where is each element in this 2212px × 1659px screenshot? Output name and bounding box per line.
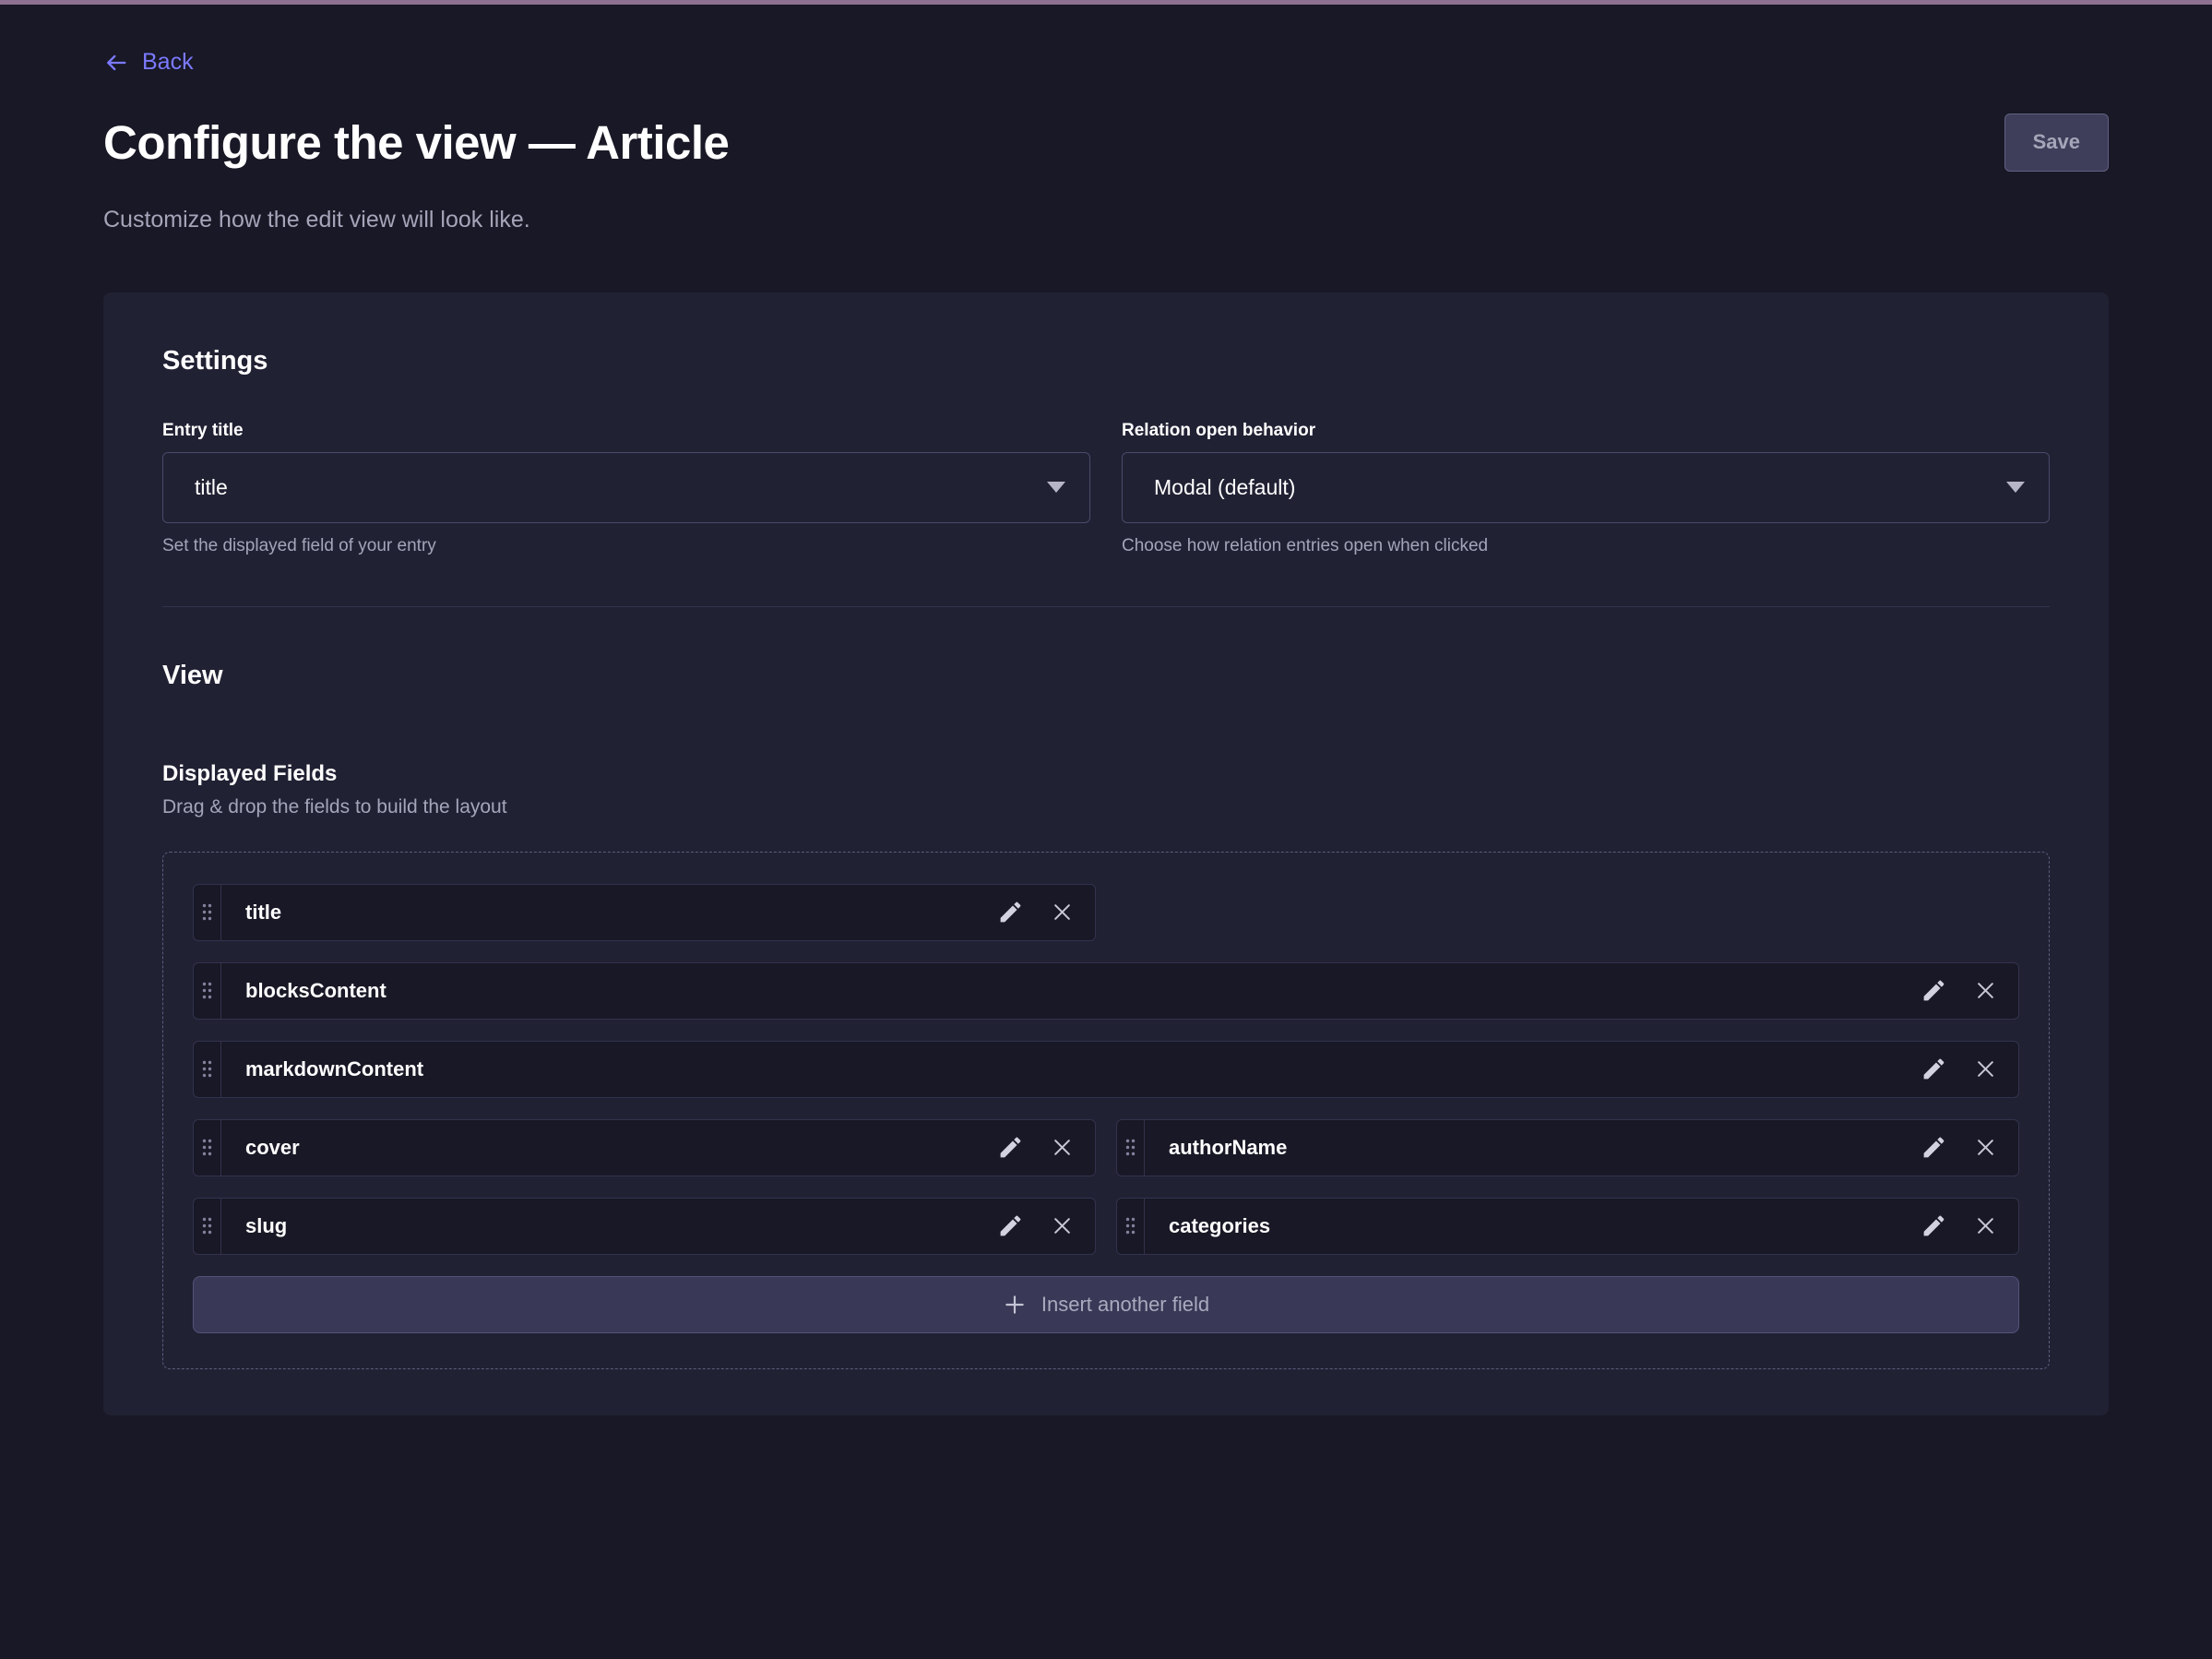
pencil-icon <box>1921 1056 1947 1082</box>
drag-grip-icon <box>201 981 213 1000</box>
header-row: Configure the view — Article Save <box>103 113 2109 172</box>
relation-behavior-hint: Choose how relation entries open when cl… <box>1122 536 2050 556</box>
close-icon <box>1973 1213 1998 1238</box>
pencil-icon <box>1921 977 1947 1004</box>
drag-grip-icon <box>201 1138 213 1157</box>
field-name: title <box>221 885 992 940</box>
close-icon <box>1973 1135 1998 1160</box>
relation-behavior-value: Modal (default) <box>1154 475 1295 500</box>
drag-handle[interactable] <box>1117 1120 1145 1176</box>
pencil-icon <box>997 899 1024 925</box>
fields-grid: title <box>193 884 2019 1333</box>
drag-grip-icon <box>201 902 213 922</box>
back-label: Back <box>142 49 194 76</box>
entry-title-label: Entry title <box>162 421 1090 441</box>
back-link[interactable]: Back <box>103 49 194 76</box>
close-icon <box>1973 978 1998 1003</box>
page-title: Configure the view — Article <box>103 115 2004 170</box>
field-row: cover <box>193 1119 1096 1176</box>
insert-field-button[interactable]: Insert another field <box>193 1276 2019 1333</box>
field-row-actions <box>1915 1120 2018 1176</box>
view-heading: View <box>162 661 2050 691</box>
insert-field-label: Insert another field <box>1041 1293 1209 1317</box>
remove-field-button[interactable] <box>1043 894 1080 931</box>
drag-handle[interactable] <box>194 1042 221 1097</box>
remove-field-button[interactable] <box>1967 1129 2004 1166</box>
field-row-actions <box>992 1120 1095 1176</box>
drag-handle[interactable] <box>194 963 221 1019</box>
entry-title-select[interactable]: title <box>162 452 1090 523</box>
pencil-icon <box>1921 1134 1947 1161</box>
field-row-actions <box>1915 1042 2018 1097</box>
drag-grip-icon <box>1124 1216 1136 1235</box>
pencil-icon <box>1921 1212 1947 1239</box>
settings-form: Entry title title Set the displayed fiel… <box>162 421 2050 556</box>
drag-grip-icon <box>201 1059 213 1079</box>
displayed-fields-title: Displayed Fields <box>162 761 2050 787</box>
remove-field-button[interactable] <box>1043 1129 1080 1166</box>
pencil-icon <box>997 1212 1024 1239</box>
drag-handle[interactable] <box>1117 1199 1145 1254</box>
page-subtitle: Customize how the edit view will look li… <box>103 207 2109 233</box>
relation-behavior-field: Relation open behavior Modal (default) C… <box>1122 421 2050 556</box>
close-icon <box>1050 1213 1075 1238</box>
field-name: authorName <box>1145 1120 1915 1176</box>
close-icon <box>1050 900 1075 925</box>
edit-field-button[interactable] <box>992 1208 1029 1245</box>
field-name: categories <box>1145 1199 1915 1254</box>
drag-grip-icon <box>201 1216 213 1235</box>
section-divider <box>162 606 2050 607</box>
field-row: title <box>193 884 1096 941</box>
field-row-actions <box>1915 1199 2018 1254</box>
remove-field-button[interactable] <box>1967 1208 2004 1245</box>
remove-field-button[interactable] <box>1967 1051 2004 1088</box>
drag-handle[interactable] <box>194 885 221 940</box>
remove-field-button[interactable] <box>1967 973 2004 1009</box>
field-row: slug <box>193 1198 1096 1255</box>
chevron-down-icon <box>2006 482 2025 493</box>
edit-field-button[interactable] <box>1915 1129 1952 1166</box>
close-icon <box>1973 1056 1998 1081</box>
relation-behavior-label: Relation open behavior <box>1122 421 2050 441</box>
arrow-left-icon <box>103 50 129 76</box>
field-row: markdownContent <box>193 1041 2019 1098</box>
edit-field-button[interactable] <box>992 894 1029 931</box>
drag-handle[interactable] <box>194 1120 221 1176</box>
edit-field-button[interactable] <box>992 1129 1029 1166</box>
entry-title-hint: Set the displayed field of your entry <box>162 536 1090 556</box>
configuration-card: Settings Entry title title Set the displ… <box>103 292 2109 1415</box>
field-row: categories <box>1116 1198 2019 1255</box>
field-row: authorName <box>1116 1119 2019 1176</box>
page-content: Back Configure the view — Article Save C… <box>0 5 2212 1415</box>
field-row-actions <box>992 885 1095 940</box>
entry-title-value: title <box>195 475 228 500</box>
displayed-fields-subtitle: Drag & drop the fields to build the layo… <box>162 796 2050 818</box>
relation-behavior-select[interactable]: Modal (default) <box>1122 452 2050 523</box>
field-name: markdownContent <box>221 1042 1915 1097</box>
close-icon <box>1050 1135 1075 1160</box>
pencil-icon <box>997 1134 1024 1161</box>
plus-icon <box>1003 1293 1027 1317</box>
edit-field-button[interactable] <box>1915 1208 1952 1245</box>
drag-handle[interactable] <box>194 1199 221 1254</box>
field-name: cover <box>221 1120 992 1176</box>
drag-grip-icon <box>1124 1138 1136 1157</box>
remove-field-button[interactable] <box>1043 1208 1080 1245</box>
edit-field-button[interactable] <box>1915 973 1952 1009</box>
settings-heading: Settings <box>162 346 2050 376</box>
fields-dropzone: title <box>162 852 2050 1369</box>
field-row-actions <box>1915 963 2018 1019</box>
field-row: blocksContent <box>193 962 2019 1020</box>
save-button[interactable]: Save <box>2004 113 2109 172</box>
edit-field-button[interactable] <box>1915 1051 1952 1088</box>
field-name: slug <box>221 1199 992 1254</box>
field-row-actions <box>992 1199 1095 1254</box>
field-name: blocksContent <box>221 963 1915 1019</box>
chevron-down-icon <box>1047 482 1065 493</box>
entry-title-field: Entry title title Set the displayed fiel… <box>162 421 1090 556</box>
